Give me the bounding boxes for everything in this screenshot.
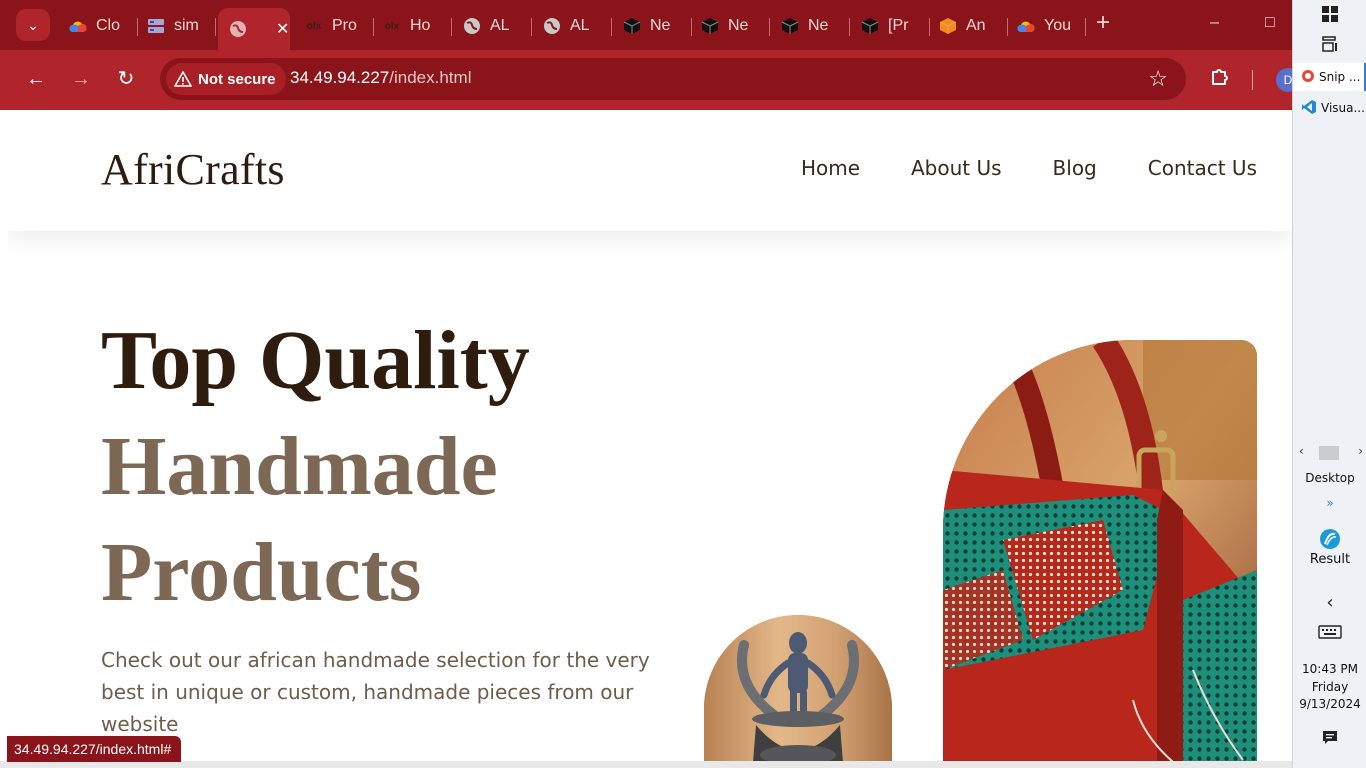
tab-ne-1[interactable]: Ne <box>614 10 692 42</box>
tab-an[interactable]: An <box>930 10 1008 42</box>
olx-icon: olx <box>306 20 322 32</box>
chevron-left-icon[interactable]: ‹ <box>1293 592 1366 613</box>
tab-olx-home[interactable]: olx Ho <box>374 10 452 42</box>
chevron-down-icon: ⌄ <box>27 16 39 33</box>
hero-image-handbag <box>943 340 1257 761</box>
task-view-icon[interactable] <box>1293 36 1366 58</box>
snipping-tool-icon <box>1301 69 1315 86</box>
windows-taskbar: Snip ... Visua... ‹ › Desktop » Result ‹… <box>1292 0 1366 768</box>
cube-icon <box>622 16 642 36</box>
result-app-label[interactable]: Result <box>1293 552 1366 567</box>
cloud-icon <box>68 16 88 36</box>
url-text[interactable]: 34.49.94.227/index.html <box>290 68 471 88</box>
browser-toolbar: ← → ↻ Not secure 34.49.94.227/index.html… <box>0 50 1300 108</box>
hero-title-line1: Top Quality <box>101 314 530 407</box>
clock-day[interactable]: Friday <box>1293 680 1366 694</box>
clock-time[interactable]: 10:43 PM <box>1293 662 1366 676</box>
reload-button[interactable]: ↻ <box>112 65 140 93</box>
nav-blog-link[interactable]: Blog <box>1053 156 1097 180</box>
tab-you[interactable]: You <box>1008 10 1086 42</box>
close-tab-icon[interactable]: ✕ <box>276 19 289 39</box>
arrow-right-icon: → <box>71 68 91 90</box>
arrow-left-icon: ← <box>26 68 46 90</box>
back-button[interactable]: ← <box>22 65 50 93</box>
cube-icon <box>700 16 720 36</box>
address-bar[interactable]: Not secure 34.49.94.227/index.html ☆ <box>160 58 1186 100</box>
new-tab-button[interactable]: + <box>1092 11 1114 36</box>
hero-image-figurine <box>704 615 892 761</box>
tab-sim[interactable]: sim <box>138 10 216 42</box>
hero-description: Check out our african handmade selection… <box>101 648 650 736</box>
site-logo[interactable]: AfriCrafts <box>101 144 285 195</box>
tab-separator <box>215 18 216 36</box>
nav-contact-link[interactable]: Contact Us <box>1148 156 1257 180</box>
tab-strip: ⌄ Clo sim ✕ olx Pro olx Ho AL AL Ne Ne N… <box>0 0 1292 50</box>
link-status-bubble: 34.49.94.227/index.html# <box>7 736 182 762</box>
more-toolbar-chevrons[interactable]: » <box>1293 496 1366 510</box>
minimize-button[interactable]: – <box>1210 14 1219 32</box>
tab-separator <box>531 18 532 36</box>
tab-separator <box>1085 18 1086 36</box>
tab-al-2[interactable]: AL <box>534 10 612 42</box>
forward-button[interactable]: → <box>67 65 95 93</box>
hero-title-line2: Handmade <box>101 420 498 513</box>
desktop-toolbar-label[interactable]: Desktop <box>1293 471 1366 485</box>
clock-date[interactable]: 9/13/2024 <box>1293 697 1366 711</box>
reload-icon: ↻ <box>117 68 135 90</box>
result-app-icon[interactable] <box>1293 528 1366 554</box>
site-nav: Home About Us Blog Contact Us <box>801 156 1257 180</box>
tab-olx-pro[interactable]: olx Pro <box>296 10 374 42</box>
notifications-icon[interactable] <box>1293 730 1366 750</box>
tab-separator <box>611 18 612 36</box>
keyboard-icon[interactable] <box>1293 624 1366 644</box>
cloud-icon <box>1016 16 1036 36</box>
cube-icon <box>860 16 880 36</box>
tab-separator <box>849 18 850 36</box>
security-chip[interactable]: Not secure <box>166 63 286 95</box>
security-label: Not secure <box>198 70 276 88</box>
globe-icon <box>462 16 482 36</box>
hero-title-line3: Products <box>101 526 422 619</box>
globe-icon <box>228 19 248 39</box>
chevron-left-icon[interactable]: ‹ <box>1299 444 1304 458</box>
tab-ne-2[interactable]: Ne <box>692 10 770 42</box>
warning-icon <box>174 71 192 87</box>
site-header: AfriCrafts Home About Us Blog Contact Us <box>8 110 1292 231</box>
tab-al-1[interactable]: AL <box>454 10 532 42</box>
url-host: 34.49.94.227 <box>290 68 390 87</box>
taskbar-app-snipping-tool[interactable]: Snip ... <box>1293 63 1366 91</box>
hero-title: Top Quality Handmade Products <box>101 308 530 626</box>
taskbar-app-vscode[interactable]: Visua... <box>1293 94 1366 122</box>
olx-icon: olx <box>384 20 400 32</box>
tab-ne-3[interactable]: Ne <box>772 10 850 42</box>
cube-icon <box>780 16 800 36</box>
taskbar-scroll-thumb[interactable] <box>1319 446 1339 460</box>
windows-start-icon[interactable] <box>1293 6 1366 26</box>
maximize-button[interactable]: □ <box>1265 14 1275 32</box>
nav-home-link[interactable]: Home <box>801 156 860 180</box>
taskbar-scroller[interactable]: ‹ › <box>1299 444 1363 460</box>
tab-pr[interactable]: [Pr <box>852 10 930 42</box>
extensions-puzzle-icon[interactable] <box>1206 66 1234 92</box>
vscode-icon <box>1301 99 1317 118</box>
page-bottom-edge <box>0 761 1292 768</box>
browser-window: ⌄ Clo sim ✕ olx Pro olx Ho AL AL Ne Ne N… <box>0 0 1300 768</box>
orange-cube-icon <box>938 16 958 36</box>
chevron-right-icon[interactable]: › <box>1358 444 1363 458</box>
tab-separator <box>451 18 452 36</box>
toolbar-separator <box>1252 70 1253 90</box>
server-icon <box>146 16 166 36</box>
tab-active-africrafts[interactable]: ✕ <box>218 8 290 50</box>
tab-search-button[interactable]: ⌄ <box>16 9 50 41</box>
nav-about-link[interactable]: About Us <box>911 156 1002 180</box>
tab-separator <box>769 18 770 36</box>
globe-icon <box>542 16 562 36</box>
web-page: AfriCrafts Home About Us Blog Contact Us… <box>8 110 1292 761</box>
bookmark-star-icon[interactable]: ☆ <box>1148 66 1168 92</box>
url-path: /index.html <box>389 68 472 87</box>
tab-cloud-console[interactable]: Clo <box>60 10 138 42</box>
